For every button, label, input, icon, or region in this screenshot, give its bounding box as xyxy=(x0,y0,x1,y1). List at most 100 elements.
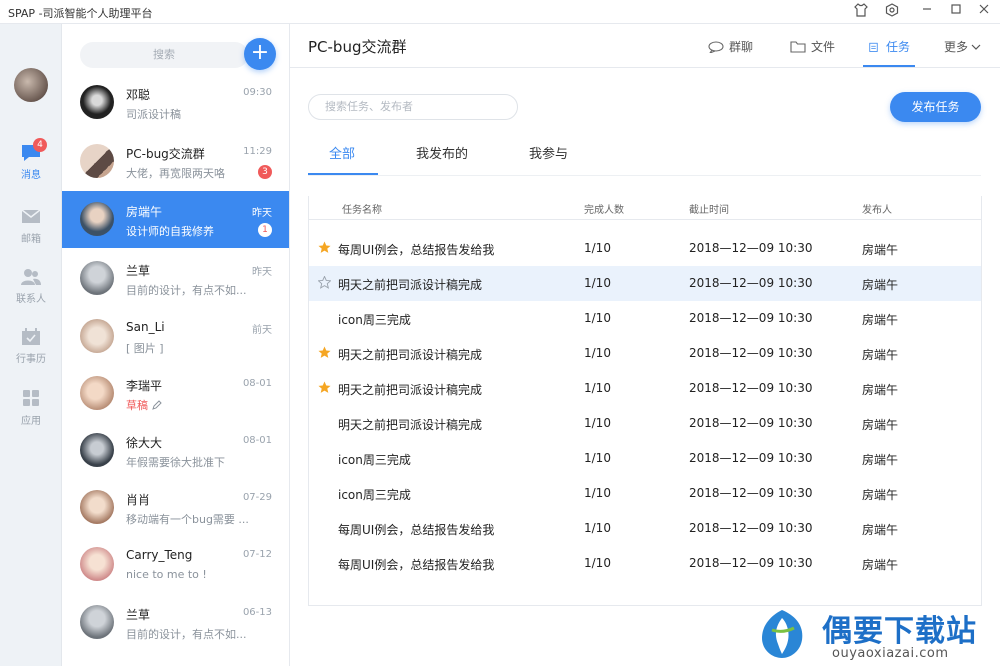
rail-label: 行事历 xyxy=(16,354,46,365)
skin-icon[interactable] xyxy=(852,3,870,21)
conversation-item[interactable]: 徐大大 08-01 年假需要徐大批准下 xyxy=(62,422,289,479)
conversation-item[interactable]: 兰草 06-13 目前的设计，有点不如... xyxy=(62,594,289,651)
conversation-list: 搜索 + 邓聪 09:30 司派设计稿 PC-bug交流群 11:29 大佬，再… xyxy=(62,24,290,666)
search-input[interactable]: 搜索 xyxy=(80,42,248,68)
subtab-joined[interactable]: 我参与 xyxy=(529,143,568,162)
column-header[interactable]: 任务名称 xyxy=(342,201,382,216)
app-title: SPAP -司派智能个人助理平台 xyxy=(8,7,153,20)
close-icon[interactable] xyxy=(975,3,993,21)
subtab-all[interactable]: 全部 xyxy=(329,143,355,162)
conversation-time: 07-29 xyxy=(242,492,272,503)
rail-item-messages[interactable]: 4 消息 xyxy=(0,138,62,192)
task-publisher: 房端午 xyxy=(862,488,899,502)
task-publisher: 房端午 xyxy=(862,383,899,397)
conversation-time: 08-01 xyxy=(242,435,272,446)
table-row[interactable]: 明天之前把司派设计稿完成 1/10 2018—12—09 10:30 房端午 xyxy=(309,406,981,441)
table-row[interactable]: icon周三完成 1/10 2018—12—09 10:30 房端午 xyxy=(309,441,981,476)
conversation-preview: 目前的设计，有点不如... xyxy=(126,628,247,641)
conversation-name: 兰草 xyxy=(126,608,151,622)
conversation-preview: [ 图片 ] xyxy=(126,342,164,355)
conversation-time: 11:29 xyxy=(243,146,272,157)
conversation-item[interactable]: PC-bug交流群 11:29 大佬，再宽限两天咯 3 xyxy=(62,133,289,190)
star-outline-icon[interactable] xyxy=(318,276,331,289)
column-header[interactable]: 截止时间 xyxy=(689,201,729,216)
column-header[interactable]: 发布人 xyxy=(862,201,892,216)
publish-task-button[interactable]: 发布任务 xyxy=(890,92,981,122)
task-done-count: 1/10 xyxy=(584,311,611,325)
star-filled-icon[interactable] xyxy=(318,241,331,254)
table-row[interactable]: 每周UI例会，总结报告发给我 1/10 2018—12—09 10:30 房端午 xyxy=(309,546,981,581)
maximize-icon[interactable] xyxy=(947,3,965,21)
task-name: 明天之前把司派设计稿完成 xyxy=(338,348,483,362)
task-done-count: 1/10 xyxy=(584,276,611,290)
conversation-preview: 草稿 xyxy=(126,397,250,413)
table-row[interactable]: icon周三完成 1/10 2018—12—09 10:30 房端午 xyxy=(309,301,981,336)
tab-tasks[interactable]: 任务 xyxy=(869,38,910,55)
conversation-name: 肖肖 xyxy=(126,493,151,507)
task-publisher: 房端午 xyxy=(862,453,899,467)
rail-item-calendar[interactable]: 行事历 xyxy=(0,328,62,376)
task-name: 明天之前把司派设计稿完成 xyxy=(338,418,483,432)
task-deadline: 2018—12—09 10:30 xyxy=(689,416,813,430)
task-deadline: 2018—12—09 10:30 xyxy=(689,451,813,465)
conversation-time: 昨天 xyxy=(252,267,272,278)
user-avatar[interactable] xyxy=(14,68,48,102)
add-button[interactable]: + xyxy=(244,38,276,70)
tab-group-chat[interactable]: 群聊 xyxy=(708,38,753,55)
task-publisher: 房端午 xyxy=(862,243,899,257)
task-publisher: 房端午 xyxy=(862,558,899,572)
calendar-icon xyxy=(22,328,40,345)
conversation-item[interactable]: 房端午 昨天 设计师的自我修养 1 xyxy=(62,191,289,248)
task-name: icon周三完成 xyxy=(338,488,411,502)
conversation-time: 昨天 xyxy=(252,208,272,219)
minimize-icon[interactable] xyxy=(918,3,936,21)
task-done-count: 1/10 xyxy=(584,416,611,430)
star-filled-icon[interactable] xyxy=(318,346,331,359)
tab-more[interactable]: 更多 xyxy=(944,38,981,55)
folder-icon xyxy=(790,41,806,53)
rail-item-contacts[interactable]: 联系人 xyxy=(0,268,62,316)
conversation-item[interactable]: 兰草 昨天 目前的设计，有点不如... xyxy=(62,250,289,307)
star-filled-icon[interactable] xyxy=(318,381,331,394)
task-publisher: 房端午 xyxy=(862,313,899,327)
messages-badge: 4 xyxy=(33,138,47,152)
conversation-item[interactable]: 肖肖 07-29 移动端有一个bug需要 ... xyxy=(62,479,289,536)
table-row[interactable]: 明天之前把司派设计稿完成 1/10 2018—12—09 10:30 房端午 xyxy=(309,266,981,301)
watermark-title: 偶要下载站 xyxy=(822,614,977,649)
conversation-time: 08-01 xyxy=(242,378,272,389)
table-row[interactable]: 每周UI例会，总结报告发给我 1/10 2018—12—09 10:30 房端午 xyxy=(309,231,981,266)
task-name: icon周三完成 xyxy=(338,453,411,467)
conversation-item[interactable]: 邓聪 09:30 司派设计稿 xyxy=(62,74,289,131)
rail-label: 邮箱 xyxy=(21,234,41,245)
pencil-icon xyxy=(151,400,162,410)
site-logo xyxy=(762,610,803,658)
conversation-item[interactable]: San_Li 前天 [ 图片 ] xyxy=(62,308,289,365)
task-done-count: 1/10 xyxy=(584,486,611,500)
rail-item-apps[interactable]: 应用 xyxy=(0,390,62,438)
task-deadline: 2018—12—09 10:30 xyxy=(689,311,813,325)
task-name: 每周UI例会，总结报告发给我 xyxy=(338,558,495,572)
avatar xyxy=(80,376,114,410)
task-name: 明天之前把司派设计稿完成 xyxy=(338,278,483,292)
task-done-count: 1/10 xyxy=(584,556,611,570)
table-row[interactable]: 明天之前把司派设计稿完成 1/10 2018—12—09 10:30 房端午 xyxy=(309,336,981,371)
conversation-time: 前天 xyxy=(252,325,272,336)
conversation-preview: nice to me to ! xyxy=(126,568,207,581)
task-search-input[interactable]: 搜索任务、发布者 xyxy=(308,94,518,120)
table-row[interactable]: 每周UI例会，总结报告发给我 1/10 2018—12—09 10:30 房端午 xyxy=(309,511,981,546)
rail-label: 联系人 xyxy=(16,294,46,305)
main-panel: PC-bug交流群 群聊 文件 任务 更多 搜索任务、发布者 发布任务 全部 我… xyxy=(290,24,1000,666)
avatar xyxy=(80,85,114,119)
contacts-icon xyxy=(21,269,41,285)
avatar xyxy=(80,144,114,178)
subtab-published[interactable]: 我发布的 xyxy=(416,143,468,162)
table-row[interactable]: 明天之前把司派设计稿完成 1/10 2018—12—09 10:30 房端午 xyxy=(309,371,981,406)
rail-item-mail[interactable]: 邮箱 xyxy=(0,208,62,256)
conversation-item[interactable]: Carry_Teng 07-12 nice to me to ! xyxy=(62,536,289,593)
conversation-name: Carry_Teng xyxy=(126,548,193,562)
table-row[interactable]: icon周三完成 1/10 2018—12—09 10:30 房端午 xyxy=(309,476,981,511)
conversation-item[interactable]: 李瑞平 08-01 草稿 xyxy=(62,365,289,422)
tab-files[interactable]: 文件 xyxy=(790,38,835,55)
column-header[interactable]: 完成人数 xyxy=(584,201,624,216)
settings-icon[interactable] xyxy=(883,3,901,21)
